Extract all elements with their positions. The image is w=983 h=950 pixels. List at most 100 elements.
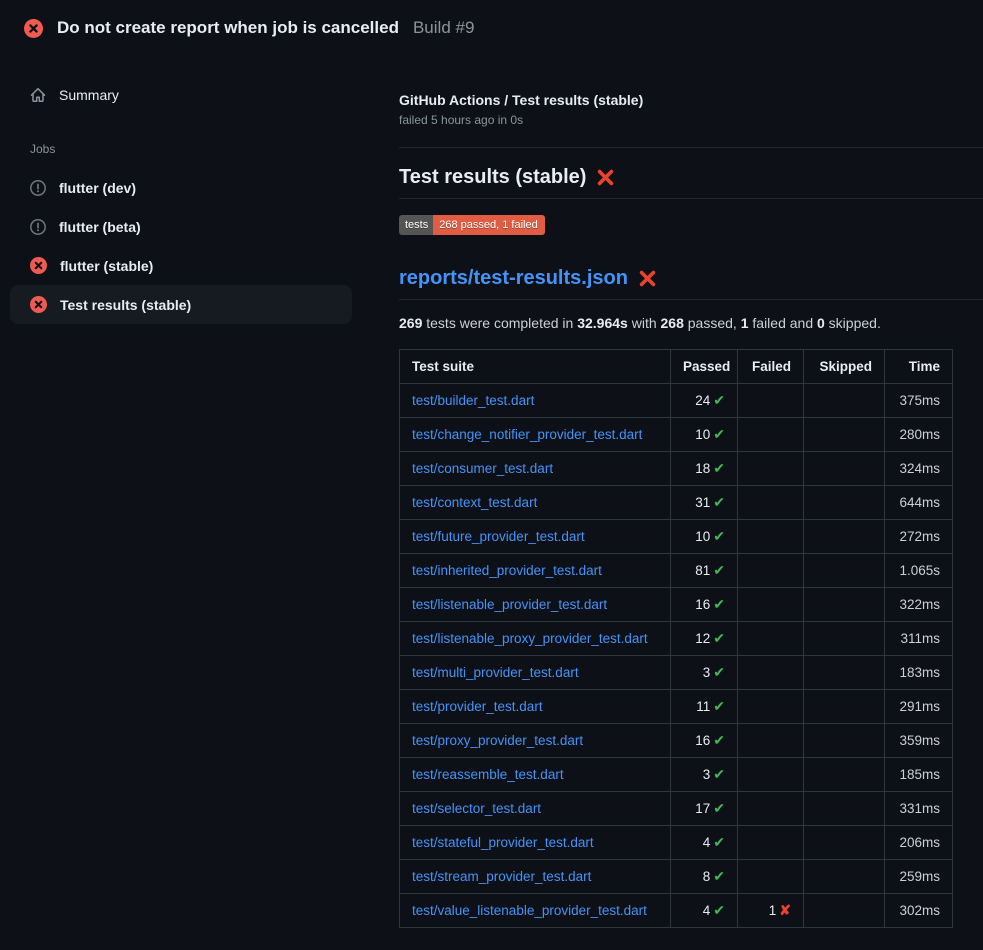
- table-row: test/stateful_provider_test.dart4✔206ms: [400, 826, 953, 860]
- check-icon: ✔: [713, 800, 725, 816]
- test-suite-cell: test/stream_provider_test.dart: [400, 860, 671, 894]
- failed-cell: [738, 758, 804, 792]
- skipped-cell: [804, 384, 885, 418]
- test-suite-link[interactable]: test/inherited_provider_test.dart: [412, 563, 602, 578]
- failed-cell: [738, 724, 804, 758]
- sidebar-job-item-3[interactable]: Test results (stable): [10, 285, 352, 324]
- test-suite-link[interactable]: test/stateful_provider_test.dart: [412, 835, 594, 850]
- divider: [399, 147, 983, 148]
- run-meta: failed 5 hours ago in 0s: [399, 113, 953, 127]
- passed-cell: 10✔: [671, 520, 738, 554]
- test-suite-link[interactable]: test/selector_test.dart: [412, 801, 541, 816]
- section-title: Test results (stable): [399, 166, 586, 189]
- summary-total: 269: [399, 315, 422, 331]
- passed-cell: 24✔: [671, 384, 738, 418]
- passed-cell: 10✔: [671, 418, 738, 452]
- test-suite-cell: test/builder_test.dart: [400, 384, 671, 418]
- cross-mark-icon: [596, 168, 615, 187]
- skipped-cell: [804, 724, 885, 758]
- table-row: test/reassemble_test.dart3✔185ms: [400, 758, 953, 792]
- sidebar-item-summary[interactable]: Summary: [10, 78, 352, 112]
- failed-cell: [738, 792, 804, 826]
- test-suite-link[interactable]: test/consumer_test.dart: [412, 461, 553, 476]
- page-title: Do not create report when job is cancell…: [57, 18, 399, 38]
- summary-sentence: 269 tests were completed in 32.964s with…: [399, 315, 953, 331]
- tests-badge: tests 268 passed, 1 failed: [399, 215, 545, 235]
- summary-skipped: 0: [817, 315, 825, 331]
- summary-text: with: [628, 315, 661, 331]
- failed-cell: [738, 554, 804, 588]
- table-row: test/listenable_proxy_provider_test.dart…: [400, 622, 953, 656]
- skipped-cell: [804, 486, 885, 520]
- table-row: test/proxy_provider_test.dart16✔359ms: [400, 724, 953, 758]
- test-suite-link[interactable]: test/provider_test.dart: [412, 699, 543, 714]
- passed-cell: 81✔: [671, 554, 738, 588]
- test-suite-cell: test/context_test.dart: [400, 486, 671, 520]
- failed-cell: [738, 860, 804, 894]
- x-circle-icon: [30, 257, 47, 274]
- passed-cell: 12✔: [671, 622, 738, 656]
- test-suite-cell: test/provider_test.dart: [400, 690, 671, 724]
- test-suite-link[interactable]: test/value_listenable_provider_test.dart: [412, 903, 647, 918]
- test-suite-link[interactable]: test/multi_provider_test.dart: [412, 665, 579, 680]
- check-icon: ✔: [713, 834, 725, 850]
- summary-passed: 268: [661, 315, 684, 331]
- table-row: test/inherited_provider_test.dart 81✔ 1.06…: [400, 554, 953, 588]
- home-icon: [30, 87, 46, 103]
- passed-cell: 17✔: [671, 792, 738, 826]
- section-heading: Test results (stable): [399, 166, 953, 189]
- skipped-cell: [804, 656, 885, 690]
- time-cell: 206ms: [885, 826, 953, 860]
- failed-cell: [738, 588, 804, 622]
- test-suite-link[interactable]: test/future_provider_test.dart: [412, 529, 585, 544]
- table-row: test/builder_test.dart24✔375ms: [400, 384, 953, 418]
- check-icon: ✔: [713, 732, 725, 748]
- table-row: test/listenable_provider_test.dart 16✔ 322…: [400, 588, 953, 622]
- time-cell: 322ms: [885, 588, 953, 622]
- failed-cell: [738, 690, 804, 724]
- summary-text: failed and: [749, 315, 818, 331]
- passed-cell: 4✔: [671, 894, 738, 928]
- check-icon: ✔: [713, 698, 725, 714]
- column-header-passed: Passed: [671, 350, 738, 384]
- passed-cell: 3✔: [671, 656, 738, 690]
- failed-cell: [738, 486, 804, 520]
- test-suite-cell: test/value_listenable_provider_test.dart: [400, 894, 671, 928]
- test-suite-link[interactable]: test/stream_provider_test.dart: [412, 869, 591, 884]
- time-cell: 1.065s: [885, 554, 953, 588]
- test-suite-link[interactable]: test/context_test.dart: [412, 495, 537, 510]
- report-heading[interactable]: reports/test-results.json: [399, 267, 953, 290]
- table-row: test/future_provider_test.dart10✔272ms: [400, 520, 953, 554]
- failed-cell: [738, 826, 804, 860]
- jobs-list: flutter (dev)flutter (beta)flutter (stab…: [10, 168, 352, 324]
- test-suite-link[interactable]: test/reassemble_test.dart: [412, 767, 564, 782]
- skipped-cell: [804, 860, 885, 894]
- sidebar-job-item-2[interactable]: flutter (stable): [10, 246, 352, 285]
- check-icon: ✔: [713, 902, 725, 918]
- passed-cell: 16✔: [671, 588, 738, 622]
- skipped-cell: [804, 690, 885, 724]
- test-suite-link[interactable]: test/builder_test.dart: [412, 393, 534, 408]
- table-row: test/multi_provider_test.dart3✔183ms: [400, 656, 953, 690]
- test-suite-link[interactable]: test/listenable_proxy_provider_test.dart: [412, 631, 648, 646]
- skipped-cell: [804, 452, 885, 486]
- report-file-link[interactable]: reports/test-results.json: [399, 267, 628, 290]
- test-suite-link[interactable]: test/proxy_provider_test.dart: [412, 733, 583, 748]
- test-suite-link[interactable]: test/change_notifier_provider_test.dart: [412, 427, 642, 442]
- skipped-cell: [804, 894, 885, 928]
- sidebar-job-item-0[interactable]: flutter (dev): [10, 168, 352, 207]
- test-suite-cell: test/stateful_provider_test.dart: [400, 826, 671, 860]
- passed-cell: 16✔: [671, 724, 738, 758]
- table-row: test/stream_provider_test.dart8✔259ms: [400, 860, 953, 894]
- test-suite-cell: test/change_notifier_provider_test.dart: [400, 418, 671, 452]
- sidebar-job-item-1[interactable]: flutter (beta): [10, 207, 352, 246]
- failed-cell: [738, 452, 804, 486]
- column-header-skipped: Skipped: [804, 350, 885, 384]
- check-icon: ✔: [713, 868, 725, 884]
- skipped-cell: [804, 826, 885, 860]
- test-suite-cell: test/reassemble_test.dart: [400, 758, 671, 792]
- summary-text: passed,: [684, 315, 741, 331]
- check-icon: ✔: [713, 596, 725, 612]
- test-suite-link[interactable]: test/listenable_provider_test.dart: [412, 597, 607, 612]
- skipped-cell: [804, 554, 885, 588]
